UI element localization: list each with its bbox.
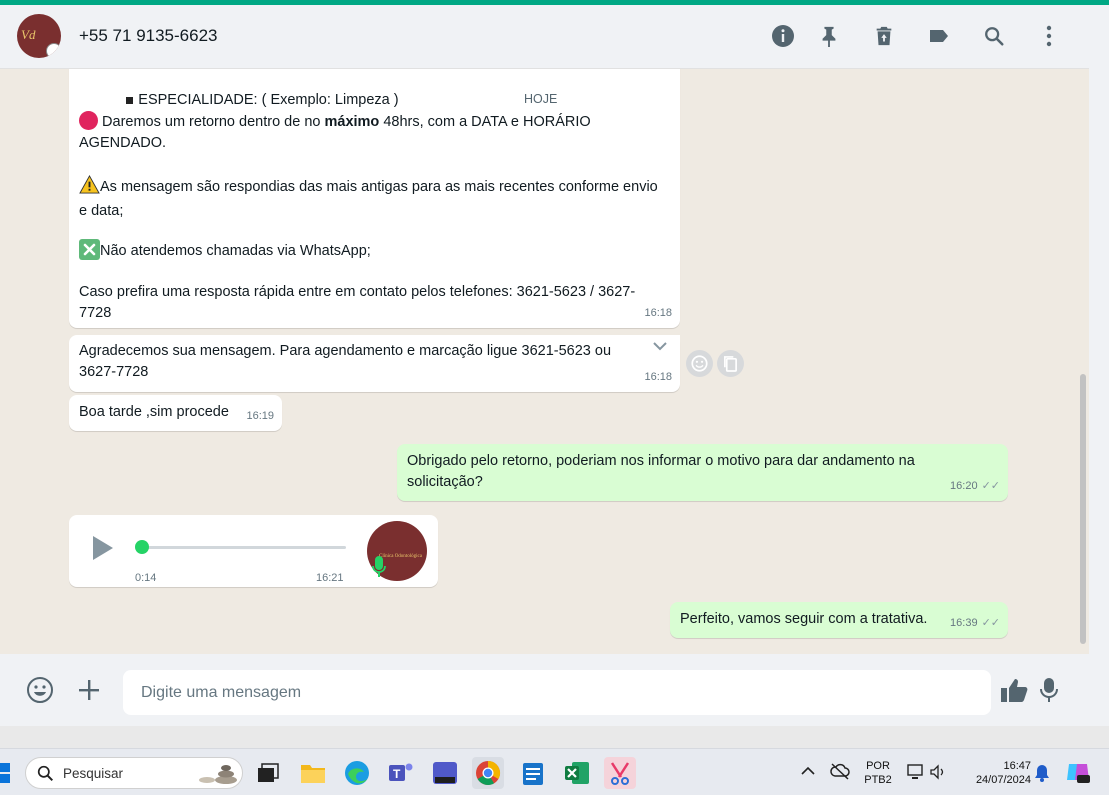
audio-progress-handle[interactable] xyxy=(135,540,149,554)
microphone-icon[interactable] xyxy=(1034,675,1064,705)
whatsapp-window: Vd +55 71 9135-6623 ESPECIALIDADE: (Exe… xyxy=(0,5,1089,726)
message-time: 16:18 xyxy=(644,307,672,319)
paragraph-text: As mensagem são respondias das mais anti… xyxy=(79,179,658,219)
teams-icon[interactable]: T xyxy=(385,757,417,789)
search-label: Pesquisar xyxy=(63,766,124,781)
double-check-icon: ✓✓ xyxy=(981,617,1000,629)
chat-header: Vd +55 71 9135-6623 xyxy=(0,5,1089,69)
volume-icon[interactable] xyxy=(930,763,946,786)
message-outgoing[interactable]: Perfeito, vamos seguir com a tratativa. … xyxy=(670,602,1008,638)
keyboard-layout: PTB2 xyxy=(864,774,892,786)
thumbs-up-icon[interactable] xyxy=(999,675,1029,705)
specialty-line: ESPECIALIDADE: ( Exemplo: Limpeza ) xyxy=(138,92,399,108)
message-meta: 16:20 ✓✓ xyxy=(950,476,1000,497)
cloud-off-icon[interactable] xyxy=(830,762,850,785)
message-text: Obrigado pelo retorno, poderiam nos info… xyxy=(407,453,915,490)
date-chip: HOJE xyxy=(524,92,558,106)
status-badge xyxy=(46,43,61,58)
file-explorer-icon[interactable] xyxy=(297,757,329,789)
paragraph-text: Daremos um retorno dentro de no xyxy=(98,114,325,130)
chevron-up-icon[interactable] xyxy=(800,764,816,783)
language-code: POR xyxy=(866,760,890,772)
clock-time: 16:47 xyxy=(1003,760,1031,772)
message-list[interactable]: ESPECIALIDADE: ( Exemplo: Limpeza ) Dare… xyxy=(0,69,1089,654)
app: Vd +55 71 9135-6623 ESPECIALIDADE: (Exe… xyxy=(0,0,1109,795)
message-paragraph: As mensagem são respondias das mais anti… xyxy=(79,174,659,222)
message-paragraph: Daremos um retorno dentro de no máximo 4… xyxy=(79,111,659,154)
teams-new-icon[interactable] xyxy=(429,757,461,789)
microphone-icon xyxy=(372,555,386,586)
windows-start-icon[interactable] xyxy=(0,763,12,783)
copy-button[interactable] xyxy=(717,350,744,377)
react-emoji-button[interactable] xyxy=(686,350,713,377)
svg-text:T: T xyxy=(393,767,401,781)
voice-message[interactable]: 0:14 16:21 Clínica Odontológica xyxy=(69,515,438,587)
excel-icon[interactable] xyxy=(561,757,593,789)
edge-icon[interactable] xyxy=(341,757,373,789)
windows-taskbar: Pesquisar T POR PTB2 16:47 24/07/2024 xyxy=(0,748,1109,795)
emoji-icon[interactable] xyxy=(25,675,55,705)
contact-name[interactable]: +55 71 9135-6623 xyxy=(79,26,218,46)
warning-icon xyxy=(79,174,100,201)
message-time: 16:20 xyxy=(950,480,978,492)
message-input[interactable] xyxy=(123,670,991,715)
attach-plus-icon[interactable] xyxy=(74,675,104,705)
network-icon[interactable] xyxy=(907,763,925,786)
task-view-icon[interactable] xyxy=(252,757,284,789)
red-circle-icon xyxy=(79,111,98,130)
chevron-down-icon[interactable] xyxy=(651,339,669,360)
pin-icon[interactable] xyxy=(815,22,843,50)
snipping-tool-icon[interactable] xyxy=(604,757,636,789)
search-icon xyxy=(37,765,54,787)
search-icon[interactable] xyxy=(980,22,1008,50)
right-gutter xyxy=(1089,5,1109,726)
clock[interactable]: 16:47 24/07/2024 xyxy=(961,759,1031,787)
message-time: 16:19 xyxy=(246,410,274,422)
paragraph-bold: máximo xyxy=(324,114,380,130)
play-icon[interactable] xyxy=(91,535,115,568)
message-time: 16:21 xyxy=(316,572,344,584)
copilot-icon[interactable] xyxy=(1065,759,1091,790)
double-check-icon: ✓✓ xyxy=(981,480,1000,492)
message-text: Perfeito, vamos seguir com a tratativa. xyxy=(680,611,928,627)
stones-decor-icon xyxy=(196,763,238,790)
language-indicator[interactable]: POR PTB2 xyxy=(861,759,895,787)
message-paragraph: Caso prefira uma resposta rápida entre e… xyxy=(79,284,636,321)
message-incoming[interactable]: ESPECIALIDADE: ( Exemplo: Limpeza ) Dare… xyxy=(69,69,680,328)
notification-bell-icon[interactable] xyxy=(1034,764,1050,787)
audio-progress-track[interactable] xyxy=(139,546,346,549)
message-text: Agradecemos sua mensagem. Para agendamen… xyxy=(79,343,612,380)
message-incoming[interactable]: Agradecemos sua mensagem. Para agendamen… xyxy=(69,335,680,392)
message-time: 16:39 xyxy=(950,617,978,629)
audio-duration: 0:14 xyxy=(135,572,157,584)
notepad-icon[interactable] xyxy=(517,757,549,789)
message-outgoing[interactable]: Obrigado pelo retorno, poderiam nos info… xyxy=(397,444,1008,501)
cross-mark-icon xyxy=(79,239,100,260)
info-icon[interactable] xyxy=(769,22,797,50)
avatar-logo: Vd xyxy=(21,27,36,42)
scrollbar[interactable] xyxy=(1080,374,1086,644)
chrome-icon[interactable] xyxy=(472,757,504,789)
message-text: Boa tarde ,sim procede xyxy=(79,404,229,420)
message-time: 16:18 xyxy=(644,371,672,383)
taskbar-search[interactable]: Pesquisar xyxy=(25,757,243,789)
message-meta: 16:39 ✓✓ xyxy=(950,613,1000,634)
label-icon[interactable] xyxy=(925,22,953,50)
message-paragraph: Não atendemos chamadas via WhatsApp; xyxy=(79,239,659,262)
message-incoming[interactable]: Boa tarde ,sim procede 16:19 xyxy=(69,395,282,431)
smiley-icon xyxy=(691,355,708,372)
paragraph-text: Não atendemos chamadas via WhatsApp; xyxy=(100,243,371,259)
clock-date: 24/07/2024 xyxy=(975,774,1031,786)
delete-icon[interactable] xyxy=(870,22,898,50)
menu-icon[interactable] xyxy=(1035,22,1063,50)
square-bullet-icon xyxy=(126,97,134,104)
contact-avatar[interactable]: Vd xyxy=(17,14,61,58)
copy-icon xyxy=(724,356,737,372)
composer xyxy=(0,654,1089,726)
